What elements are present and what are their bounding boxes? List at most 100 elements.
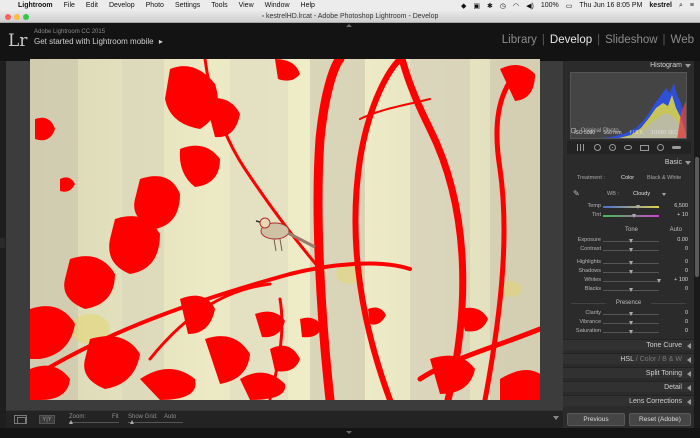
exposure-value[interactable]: 0.00 <box>658 237 688 243</box>
time-machine-icon[interactable]: ◷ <box>500 2 506 10</box>
graduated-filter-icon[interactable] <box>640 144 649 151</box>
shadows-knob[interactable] <box>629 270 633 274</box>
notification-center-icon[interactable]: ≡ <box>690 2 694 9</box>
blacks-knob[interactable] <box>629 288 633 292</box>
user-name[interactable]: kestrel <box>649 2 672 9</box>
red-eye-icon[interactable] <box>624 145 632 150</box>
zoom-slider[interactable] <box>69 420 119 424</box>
whites-slider[interactable] <box>603 281 659 282</box>
highlights-knob[interactable] <box>629 261 633 265</box>
grid-overlay-icon[interactable] <box>577 144 586 151</box>
right-panel-scrollbar[interactable] <box>694 61 700 428</box>
temp-value[interactable]: 6,500 <box>658 203 688 209</box>
menu-window[interactable]: Window <box>265 2 290 9</box>
saturation-value[interactable]: 0 <box>658 328 688 334</box>
menu-app[interactable]: Lightroom <box>18 2 53 9</box>
original-photo-checkbox[interactable] <box>571 128 576 133</box>
detail-header[interactable]: Detail <box>563 381 694 392</box>
collapse-triangle-icon[interactable] <box>685 161 691 165</box>
contrast-value[interactable]: 0 <box>658 246 688 252</box>
treatment-bw[interactable]: Black & White <box>647 175 681 181</box>
menu-tools[interactable]: Tools <box>211 2 227 9</box>
module-library[interactable]: Library <box>502 34 537 46</box>
vibrance-knob[interactable] <box>629 321 633 325</box>
expand-triangle-icon[interactable] <box>687 371 691 377</box>
menu-help[interactable]: Help <box>301 2 315 9</box>
presence-row: Presence <box>563 300 694 306</box>
temp-slider[interactable] <box>603 206 659 208</box>
lens-corrections-header[interactable]: Lens Corrections <box>563 395 694 406</box>
module-develop[interactable]: Develop <box>550 34 592 46</box>
clock[interactable]: Thu Jun 16 8:05 PM <box>579 2 642 9</box>
toolbar-menu-chevron-icon[interactable] <box>553 416 559 420</box>
spotlight-icon[interactable]: ⌕ <box>679 2 683 10</box>
crop-icon[interactable] <box>594 144 601 151</box>
whites-value[interactable]: + 100 <box>658 277 688 283</box>
spot-removal-icon[interactable] <box>609 144 616 151</box>
menu-edit[interactable]: Edit <box>86 2 98 9</box>
previous-button[interactable]: Previous <box>567 413 625 426</box>
expand-triangle-icon[interactable] <box>687 399 691 405</box>
treatment-color[interactable]: Color <box>621 175 634 181</box>
histogram-header[interactable]: Histogram <box>563 61 694 71</box>
top-panel-toggle-icon[interactable] <box>346 24 352 27</box>
adobe-icon[interactable]: ▣ <box>473 2 480 10</box>
grid-slider[interactable] <box>128 420 183 424</box>
temp-knob[interactable] <box>635 205 640 209</box>
minimize-button[interactable] <box>14 14 20 20</box>
wifi-icon[interactable]: ◠ <box>513 2 519 10</box>
clarity-knob[interactable] <box>629 312 633 316</box>
show-grid-value[interactable]: Auto <box>164 414 176 420</box>
exposure-knob[interactable] <box>629 239 633 243</box>
adjustment-brush-icon[interactable] <box>672 146 681 149</box>
color-title[interactable]: Color <box>640 356 657 363</box>
shadows-value[interactable]: 0 <box>658 268 688 274</box>
scrollbar-thumb[interactable] <box>695 157 699 277</box>
saturation-knob[interactable] <box>629 330 633 334</box>
loupe-view-icon[interactable] <box>14 415 27 424</box>
left-panel-toggle-icon[interactable] <box>0 238 5 248</box>
module-slideshow[interactable]: Slideshow <box>605 34 657 46</box>
menu-view[interactable]: View <box>239 2 254 9</box>
close-button[interactable] <box>5 14 11 20</box>
clarity-value[interactable]: 0 <box>658 310 688 316</box>
reset-button[interactable]: Reset (Adobe) <box>629 413 691 426</box>
dropbox-icon[interactable]: ◆ <box>461 2 466 10</box>
original-photo-row[interactable]: Original Photo <box>571 128 619 134</box>
blacks-value[interactable]: 0 <box>658 286 688 292</box>
wb-eyedropper-icon[interactable]: ✎ <box>573 189 580 198</box>
contrast-knob[interactable] <box>629 248 633 252</box>
hsl-title[interactable]: HSL <box>620 356 633 363</box>
filmstrip-toggle-icon[interactable] <box>346 431 352 434</box>
tint-value[interactable]: + 10 <box>658 212 688 218</box>
hsl-header[interactable]: HSL / Color / B & W <box>563 353 694 364</box>
module-web[interactable]: Web <box>671 34 694 46</box>
tone-auto-button[interactable]: Auto <box>670 227 682 233</box>
wb-select[interactable]: Cloudy <box>633 191 650 197</box>
menu-file[interactable]: File <box>64 2 75 9</box>
basic-header[interactable]: Basic <box>563 158 694 168</box>
menu-develop[interactable]: Develop <box>109 2 135 9</box>
radial-filter-icon[interactable] <box>657 144 664 151</box>
tint-knob[interactable] <box>631 214 636 218</box>
menu-settings[interactable]: Settings <box>175 2 200 9</box>
expand-triangle-icon[interactable] <box>687 343 691 349</box>
highlights-value[interactable]: 0 <box>658 259 688 265</box>
tone-curve-header[interactable]: Tone Curve <box>563 339 694 350</box>
photo-preview[interactable] <box>30 59 540 400</box>
bluetooth-icon[interactable]: ✱ <box>487 2 493 10</box>
collapse-triangle-icon[interactable] <box>685 64 691 68</box>
menu-photo[interactable]: Photo <box>146 2 164 9</box>
before-after-button[interactable]: Y|Y <box>39 415 55 424</box>
wb-dropdown-icon[interactable] <box>662 193 666 196</box>
zoom-button[interactable] <box>23 14 29 20</box>
split-toning-header[interactable]: Split Toning <box>563 367 694 378</box>
volume-icon[interactable]: ◀) <box>526 2 534 10</box>
mobile-promo[interactable]: Get started with Lightroom mobile ▸ <box>34 37 163 46</box>
vibrance-value[interactable]: 0 <box>658 319 688 325</box>
battery-icon[interactable]: ▭ <box>566 2 573 10</box>
module-separator: | <box>662 34 666 46</box>
expand-triangle-icon[interactable] <box>687 385 691 391</box>
bw-title[interactable]: B & W <box>662 356 682 363</box>
expand-triangle-icon[interactable] <box>687 357 691 363</box>
